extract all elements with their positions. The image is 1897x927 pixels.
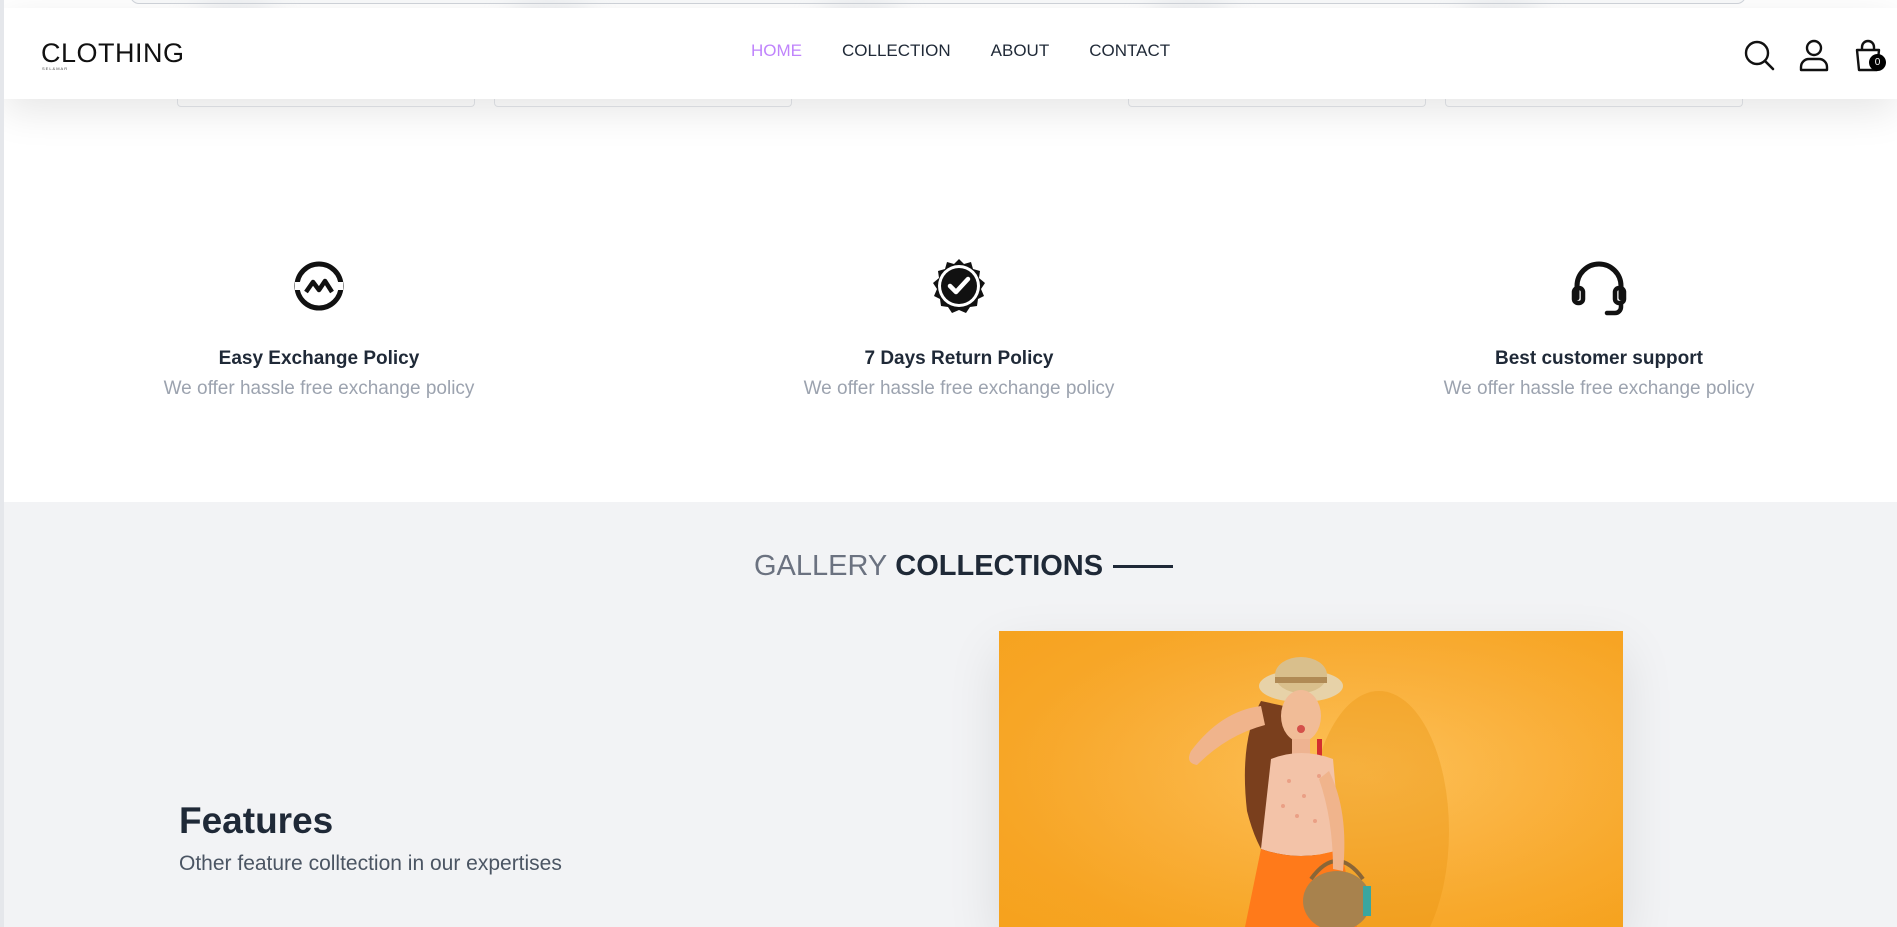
exchange-icon — [294, 261, 344, 311]
verified-badge-icon — [933, 259, 985, 313]
policy-title: Easy Exchange Policy — [218, 348, 420, 369]
logo-tagline: SEL&MAR — [42, 66, 69, 71]
main-nav: HOME COLLECTION ABOUT CONTACT — [751, 41, 1170, 61]
heading-underline — [1113, 565, 1174, 568]
policy-exchange: Easy Exchange Policy We offer hassle fre… — [39, 256, 599, 400]
features-subtitle: Other feature colltection in our experti… — [179, 852, 562, 875]
policy-support: Best customer support We offer hassle fr… — [1319, 256, 1879, 400]
gallery-heading: GALLERY COLLECTIONS — [754, 550, 1174, 583]
nav-collection[interactable]: COLLECTION — [842, 41, 951, 61]
features-title: Features — [179, 800, 334, 841]
gallery-heading-bold: COLLECTIONS — [895, 550, 1104, 582]
user-icon[interactable] — [1797, 38, 1831, 72]
headset-icon — [1571, 261, 1627, 316]
gallery-section: GALLERY COLLECTIONS Features Other featu… — [4, 502, 1897, 927]
model-photo-illustration — [999, 631, 1623, 927]
policy-text: We offer hassle free exchange policy — [1443, 378, 1755, 399]
nav-contact[interactable]: CONTACT — [1089, 41, 1170, 61]
site-header: CLOTHING SEL&MAR HOME COLLECTION ABOUT C… — [4, 8, 1897, 99]
search-bar-edge — [130, 0, 1746, 4]
policy-title: Best customer support — [1495, 348, 1703, 369]
page-left-border — [0, 0, 4, 927]
policy-title: 7 Days Return Policy — [864, 348, 1054, 369]
site-logo[interactable]: CLOTHING — [41, 38, 185, 69]
policy-return: 7 Days Return Policy We offer hassle fre… — [679, 256, 1239, 400]
nav-about[interactable]: ABOUT — [991, 41, 1050, 61]
nav-home[interactable]: HOME — [751, 41, 802, 61]
policy-text: We offer hassle free exchange policy — [163, 378, 475, 399]
cart-count-badge: 0 — [1869, 54, 1886, 71]
gallery-featured-image[interactable] — [999, 631, 1623, 927]
search-icon[interactable] — [1742, 38, 1776, 72]
policy-text: We offer hassle free exchange policy — [803, 378, 1115, 399]
gallery-heading-light: GALLERY — [754, 550, 888, 582]
